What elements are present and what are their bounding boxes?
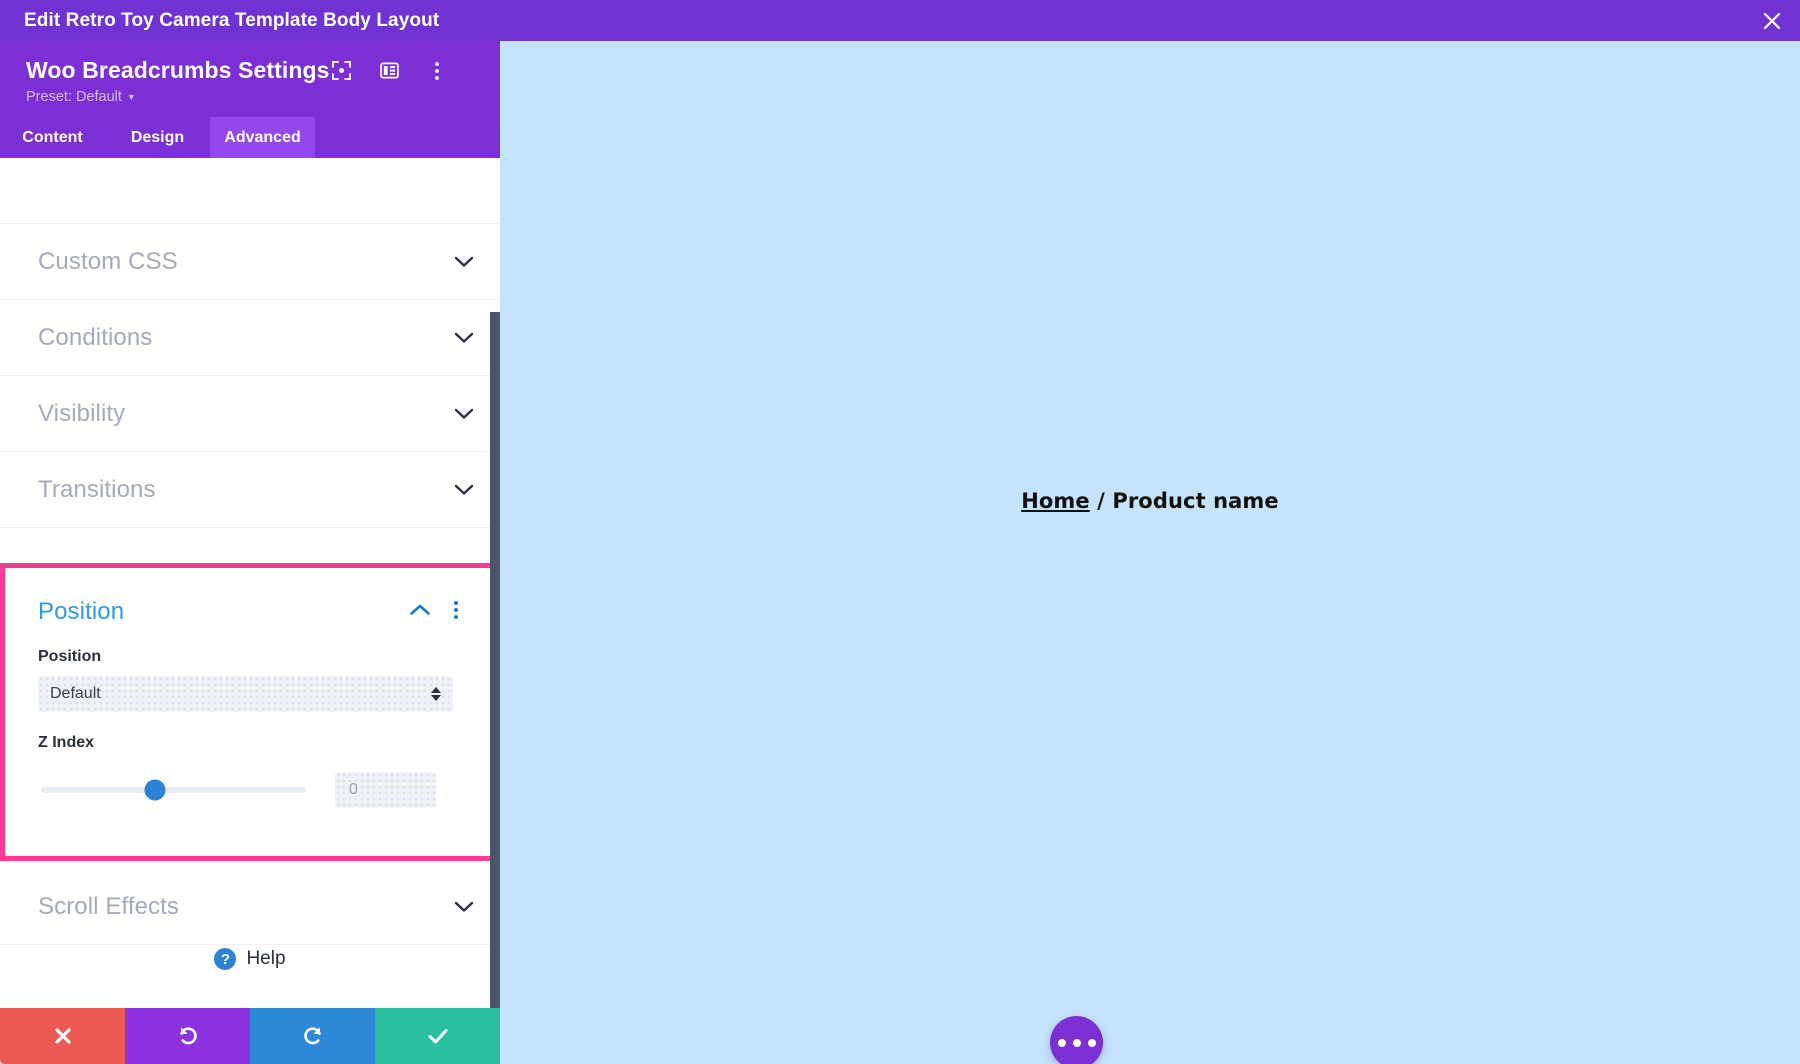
three-dots-icon[interactable] xyxy=(1050,1016,1103,1064)
chevron-down-icon xyxy=(454,332,474,344)
help-button[interactable]: ? Help xyxy=(0,948,500,970)
position-field-label: Position xyxy=(38,648,102,665)
preset-label: Preset: Default xyxy=(26,89,122,105)
position-select-value: Default xyxy=(50,685,101,702)
vertical-dots-icon[interactable] xyxy=(426,60,448,82)
settings-panel-header: Woo Breadcrumbs Settings Preset: Default… xyxy=(0,41,500,117)
save-button[interactable] xyxy=(375,1008,500,1064)
chevron-down-icon xyxy=(454,408,474,420)
chevron-down-icon xyxy=(454,901,474,913)
panel-scrollbar[interactable] xyxy=(490,312,500,1064)
chevron-down-icon: ▼ xyxy=(126,91,136,102)
accordion-visibility[interactable]: Visibility xyxy=(0,376,500,452)
breadcrumb-separator: / xyxy=(1089,489,1113,513)
z-index-input-value: 0 xyxy=(349,781,358,798)
tab-content[interactable]: Content xyxy=(0,117,105,158)
settings-scroll-area[interactable]: CSS ID & Classes Custom CSS Conditions xyxy=(0,220,500,1008)
accordion-scroll-effects[interactable]: Scroll Effects xyxy=(0,869,500,945)
accordion-label: Transitions xyxy=(38,475,156,503)
settings-tabs: Content Design Advanced xyxy=(0,117,500,158)
position-section-title: Position xyxy=(38,598,125,625)
z-index-slider[interactable] xyxy=(41,779,306,801)
focus-target-icon[interactable] xyxy=(330,60,352,82)
chevron-down-icon xyxy=(454,256,474,268)
preset-selector[interactable]: Preset: Default ▼ xyxy=(0,84,500,105)
tab-advanced[interactable]: Advanced xyxy=(210,117,315,158)
accordion-conditions[interactable]: Conditions xyxy=(0,300,500,376)
accordion-label: Scroll Effects xyxy=(38,892,180,920)
z-index-input[interactable]: 0 xyxy=(335,772,436,808)
chevron-down-icon xyxy=(454,484,474,496)
settings-title: Woo Breadcrumbs Settings xyxy=(26,57,330,83)
z-index-field-label: Z Index xyxy=(38,734,95,751)
breadcrumb-link-home[interactable]: Home xyxy=(1021,489,1090,513)
app-root: Edit Retro Toy Camera Template Body Layo… xyxy=(0,0,1800,1064)
breadcrumb: Home / Product name xyxy=(500,489,1800,513)
question-circle-icon: ? xyxy=(214,948,237,970)
chevron-up-icon[interactable] xyxy=(409,603,431,621)
accordion-label: Custom CSS xyxy=(38,247,178,275)
help-label: Help xyxy=(246,948,286,969)
chevron-updown-icon xyxy=(431,687,441,701)
redo-button[interactable] xyxy=(250,1008,375,1064)
tab-design[interactable]: Design xyxy=(105,117,210,158)
accordion-transitions[interactable]: Transitions xyxy=(0,452,500,528)
accordion-label: Conditions xyxy=(38,323,153,351)
breadcrumb-current: Product name xyxy=(1112,489,1279,513)
vertical-dots-icon[interactable] xyxy=(453,600,459,625)
page-title: Edit Retro Toy Camera Template Body Layo… xyxy=(24,9,440,31)
layout-columns-icon[interactable] xyxy=(378,60,400,82)
window-titlebar: Edit Retro Toy Camera Template Body Layo… xyxy=(0,0,1800,41)
position-section-header[interactable]: Position xyxy=(5,568,491,626)
position-section-highlight: Position Position Default Z Index 0 xyxy=(0,563,496,861)
settings-panel: Woo Breadcrumbs Settings Preset: Default… xyxy=(0,41,500,1064)
accordion-custom-css[interactable]: Custom CSS xyxy=(0,224,500,300)
close-icon[interactable] xyxy=(1744,0,1800,41)
preview-canvas: Home / Product name xyxy=(500,41,1800,1064)
z-index-slider-thumb[interactable] xyxy=(144,779,166,801)
undo-button[interactable] xyxy=(125,1008,250,1064)
settings-action-bar xyxy=(0,1008,500,1064)
cancel-button[interactable] xyxy=(0,1008,125,1064)
position-select[interactable]: Default xyxy=(38,676,453,712)
accordion-label: Visibility xyxy=(38,399,126,427)
